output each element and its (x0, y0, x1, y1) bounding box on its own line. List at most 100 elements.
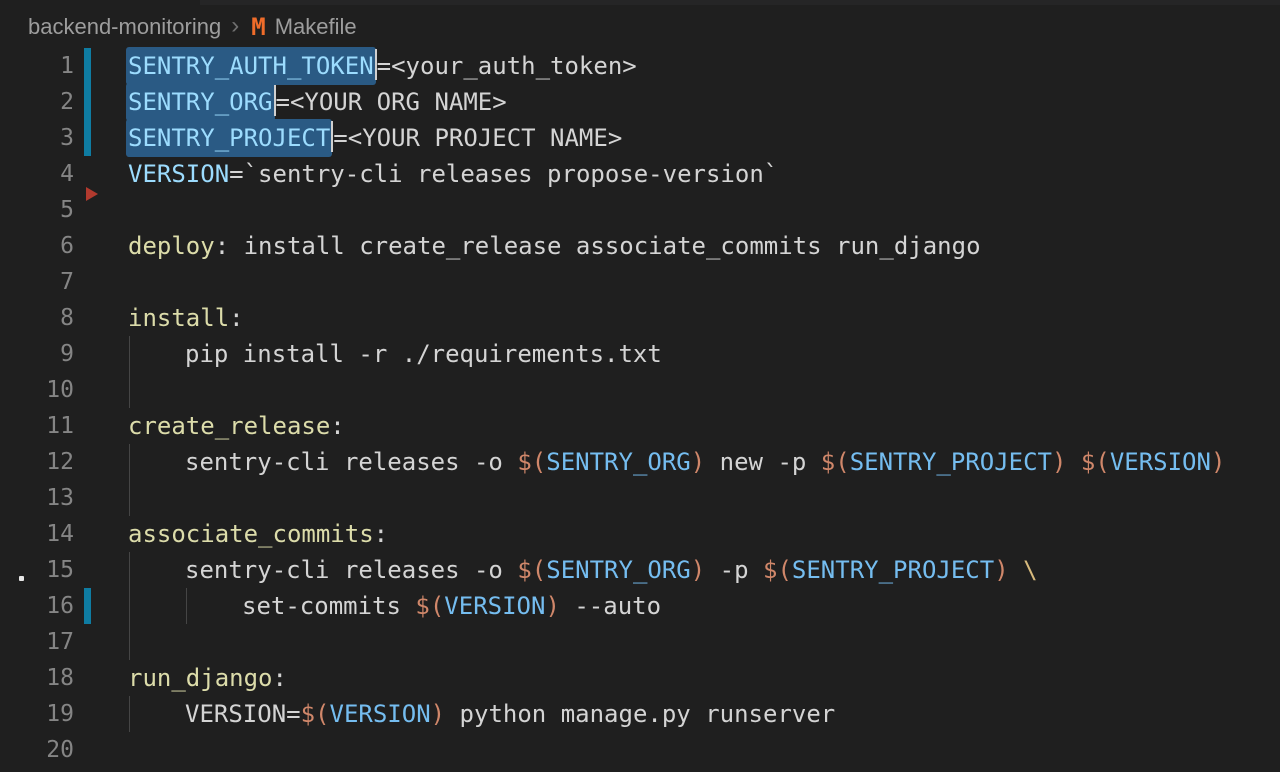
code-line[interactable]: 10 (0, 372, 1280, 408)
line-content[interactable]: VERSION=$(VERSION) python manage.py runs… (91, 696, 1280, 732)
line-content[interactable]: SENTRY_AUTH_TOKEN=<your_auth_token> (91, 48, 1280, 84)
indent-guide (129, 552, 130, 588)
code-token: $( (763, 556, 792, 584)
indent-guide (129, 588, 130, 624)
code-token: ) (1211, 448, 1225, 476)
gutter-spacer (84, 408, 91, 444)
git-modified-indicator[interactable] (84, 588, 91, 624)
code-line[interactable]: 20 (0, 732, 1280, 768)
indent-guide (129, 624, 130, 660)
line-number[interactable]: 17 (0, 624, 74, 660)
line-content[interactable]: sentry-cli releases -o $(SENTRY_ORG) -p … (91, 552, 1280, 588)
code-line[interactable]: 16 set-commits $(VERSION) --auto (0, 588, 1280, 624)
code-token: =<YOUR PROJECT NAME> (333, 124, 622, 152)
line-number[interactable]: 18 (0, 660, 74, 696)
code-line[interactable]: 8 install: (0, 300, 1280, 336)
line-content[interactable]: VERSION=`sentry-cli releases propose-ver… (91, 156, 1280, 192)
code-token: ) (1052, 448, 1066, 476)
chevron-right-icon: › (231, 12, 239, 40)
line-content[interactable]: create_release: (91, 408, 1280, 444)
line-content[interactable] (91, 480, 1280, 516)
line-number[interactable]: 14 (0, 516, 74, 552)
line-content[interactable]: pip install -r ./requirements.txt (91, 336, 1280, 372)
line-number[interactable]: 3 (0, 120, 74, 156)
code-token: SENTRY_ORG (546, 556, 691, 584)
line-content[interactable] (91, 192, 1280, 228)
code-line[interactable]: 13 (0, 480, 1280, 516)
code-token: =<your_auth_token> (377, 52, 637, 80)
line-content[interactable]: install: (91, 300, 1280, 336)
code-token: python manage.py runserver (445, 700, 835, 728)
indent-guide (129, 696, 130, 732)
code-line[interactable]: 5 (0, 192, 1280, 228)
line-content[interactable]: run_django: (91, 660, 1280, 696)
line-number[interactable]: 15 (0, 552, 74, 588)
line-content[interactable] (91, 732, 1280, 768)
line-number[interactable]: 9 (0, 336, 74, 372)
code-token: =<YOUR ORG NAME> (276, 88, 507, 116)
code-line[interactable]: 9 pip install -r ./requirements.txt (0, 336, 1280, 372)
line-content[interactable] (91, 264, 1280, 300)
line-number[interactable]: 12 (0, 444, 74, 480)
code-token: VERSION (444, 592, 545, 620)
code-token: ) (431, 700, 445, 728)
code-line[interactable]: 17 (0, 624, 1280, 660)
line-number[interactable]: 6 (0, 228, 74, 264)
code-line[interactable]: 19 VERSION=$(VERSION) python manage.py ru… (0, 696, 1280, 732)
git-modified-indicator[interactable] (84, 84, 91, 120)
line-number[interactable]: 2 (0, 84, 74, 120)
line-number[interactable]: 10 (0, 372, 74, 408)
code-line[interactable]: 11 create_release: (0, 408, 1280, 444)
code-token: $( (1081, 448, 1110, 476)
code-line[interactable]: 18 run_django: (0, 660, 1280, 696)
red-arrow-marker-icon[interactable] (86, 187, 98, 201)
breadcrumb-file[interactable]: Makefile (275, 14, 357, 40)
line-content[interactable]: set-commits $(VERSION) --auto (91, 588, 1280, 624)
line-number[interactable]: 11 (0, 408, 74, 444)
line-content[interactable]: SENTRY_PROJECT=<YOUR PROJECT NAME> (91, 120, 1280, 156)
line-content[interactable]: sentry-cli releases -o $(SENTRY_ORG) new… (91, 444, 1280, 480)
line-content[interactable]: deploy: install create_release associate… (91, 228, 1280, 264)
code-editor[interactable]: 1 SENTRY_AUTH_TOKEN=<your_auth_token> 2 SEN… (0, 48, 1280, 768)
gutter-spacer (84, 732, 91, 768)
code-token: $( (821, 448, 850, 476)
line-content[interactable]: SENTRY_ORG=<YOUR ORG NAME> (91, 84, 1280, 120)
line-number[interactable]: 8 (0, 300, 74, 336)
indent-guide (186, 588, 187, 624)
active-tab[interactable] (0, 0, 200, 5)
code-line[interactable]: 6 deploy: install create_release associat… (0, 228, 1280, 264)
line-content[interactable] (91, 624, 1280, 660)
code-token: $( (415, 592, 444, 620)
code-line[interactable]: 7 (0, 264, 1280, 300)
gutter-spacer (84, 264, 91, 300)
code-lines: 1 SENTRY_AUTH_TOKEN=<your_auth_token> 2 SEN… (0, 48, 1280, 768)
line-number[interactable]: 5 (0, 192, 74, 228)
gutter-spacer (84, 444, 91, 480)
gutter-spacer (84, 516, 91, 552)
code-token: deploy (128, 232, 215, 260)
line-number[interactable]: 16 (0, 588, 74, 624)
code-line[interactable]: 12 sentry-cli releases -o $(SENTRY_ORG) n… (0, 444, 1280, 480)
git-modified-indicator[interactable] (84, 48, 91, 84)
line-number[interactable]: 20 (0, 732, 74, 768)
code-line[interactable]: 2 SENTRY_ORG=<YOUR ORG NAME> (0, 84, 1280, 120)
code-token: ) (545, 592, 559, 620)
line-content[interactable]: associate_commits: (91, 516, 1280, 552)
breadcrumb-folder[interactable]: backend-monitoring (28, 14, 221, 40)
code-line[interactable]: 4 VERSION=`sentry-cli releases propose-ve… (0, 156, 1280, 192)
code-token: ) (691, 448, 705, 476)
code-token: pip install -r ./requirements.txt (185, 340, 662, 368)
gutter-spacer (84, 552, 91, 588)
code-token: VERSION (128, 160, 229, 188)
line-number[interactable]: 7 (0, 264, 74, 300)
git-modified-indicator[interactable] (84, 120, 91, 156)
line-number[interactable]: 13 (0, 480, 74, 516)
line-number[interactable]: 4 (0, 156, 74, 192)
code-line[interactable]: 14 associate_commits: (0, 516, 1280, 552)
code-line[interactable]: 15sentry-cli releases -o $(SENTRY_ORG) -… (0, 552, 1280, 588)
line-content[interactable] (91, 372, 1280, 408)
code-line[interactable]: 1 SENTRY_AUTH_TOKEN=<your_auth_token> (0, 48, 1280, 84)
line-number[interactable]: 1 (0, 48, 74, 84)
line-number[interactable]: 19 (0, 696, 74, 732)
code-line[interactable]: 3 SENTRY_PROJECT=<YOUR PROJECT NAME> (0, 120, 1280, 156)
